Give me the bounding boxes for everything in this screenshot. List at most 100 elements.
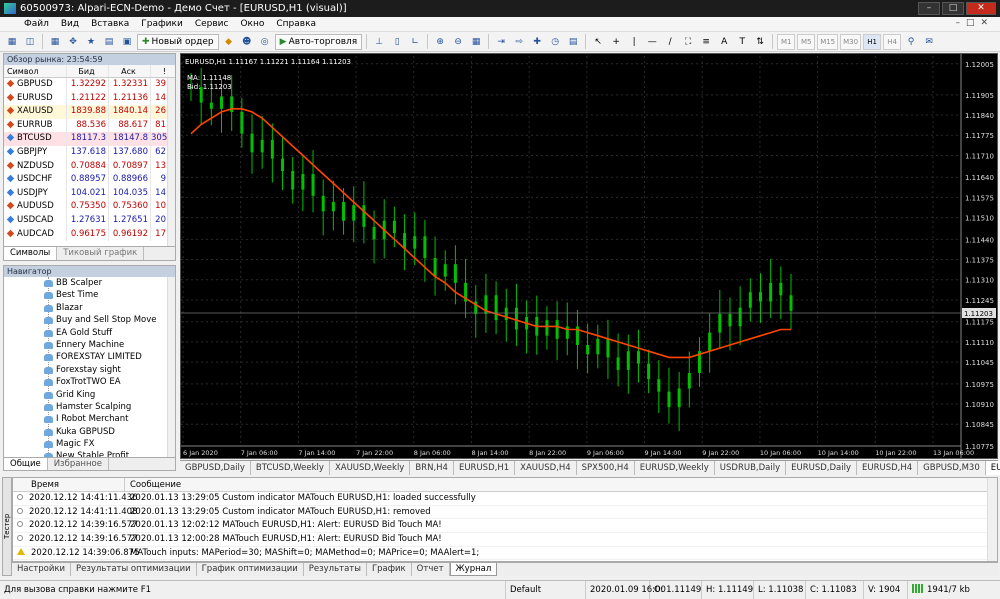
candlestick-icon[interactable]: ▯	[389, 34, 405, 50]
tester-tab[interactable]: Результаты	[304, 563, 367, 576]
col-message[interactable]: Сообщение	[125, 478, 181, 491]
search-icon[interactable]: ⚲	[903, 34, 919, 50]
market-watch-row[interactable]: AUDUSD 0.75350 0.75360 10	[4, 200, 175, 214]
tf-m1-button[interactable]: M1	[777, 33, 796, 50]
chart-tab[interactable]: EURUSD,Weekly	[635, 461, 715, 475]
navigator-expert-item[interactable]: FoxTrotTWO EA	[4, 376, 175, 388]
tf-h4-button[interactable]: H4	[883, 33, 902, 50]
chart-tab[interactable]: EURUSD,Daily	[786, 461, 857, 475]
price-chart[interactable]: 1.12005 1.11905 1.11840 1.11775 1.11710 1.116…	[181, 54, 997, 458]
line-chart-icon[interactable]: ∟	[407, 34, 423, 50]
navigator-expert-item[interactable]: Best Time	[4, 289, 175, 301]
autotrading-button[interactable]: ▶ Авто-торговля	[274, 33, 363, 50]
menu-help[interactable]: Справка	[270, 17, 322, 32]
tab-tick-chart[interactable]: Тиковый график	[57, 247, 145, 260]
market-watch-row[interactable]: GBPUSD 1.32292 1.32331 39	[4, 78, 175, 92]
close-button[interactable]: ✕	[966, 2, 996, 15]
col-symbol[interactable]: Символ	[4, 65, 66, 77]
journal-row[interactable]: 2020.12.12 14:41:11.408 2020.01.13 13:29:…	[13, 506, 997, 520]
journal-row[interactable]: 2020.12.12 14:39:16.577 2020.01.13 12:00:…	[13, 533, 997, 547]
navigator-expert-item[interactable]: Ennery Machine	[4, 339, 175, 351]
mdi-controls[interactable]: –□✕	[955, 18, 994, 28]
chart-tab[interactable]: EURU	[985, 461, 1000, 475]
zoom-out-icon[interactable]: ⊖	[450, 34, 466, 50]
minimize-button[interactable]: –	[918, 2, 940, 15]
tab-favorites[interactable]: Избранное	[48, 458, 109, 470]
navigator-expert-item[interactable]: Forexstay sight	[4, 364, 175, 376]
journal-scrollbar[interactable]	[987, 478, 997, 561]
new-order-button[interactable]: ✚ Новый ордер	[137, 33, 219, 50]
market-watch-icon[interactable]: ▦	[47, 34, 63, 50]
chart-tab[interactable]: BTCUSD,Weekly	[251, 461, 330, 475]
navigator-scrollbar[interactable]	[167, 277, 175, 457]
journal-row[interactable]: 2020.12.12 14:39:16.577 2020.01.13 12:02:…	[13, 519, 997, 534]
navigator-expert-item[interactable]: Hamster Scalping	[4, 401, 175, 413]
market-watch-row[interactable]: BTCUSD 18117.3 18147.8 305	[4, 132, 175, 146]
horizontal-line-icon[interactable]: —	[644, 34, 660, 50]
crosshair-icon[interactable]: +	[608, 34, 624, 50]
new-chart-icon[interactable]: ▦	[4, 34, 20, 50]
chart-tab[interactable]: EURUSD,H1	[454, 461, 516, 475]
tester-tab[interactable]: Настройки	[12, 563, 72, 576]
arrows-icon[interactable]: ⇅	[752, 34, 768, 50]
navigator-expert-item[interactable]: Kuka GBPUSD	[4, 426, 175, 438]
trendline-icon[interactable]: ∕	[662, 34, 678, 50]
text-icon[interactable]: A	[716, 34, 732, 50]
navigator-expert-item[interactable]: Magic FX	[4, 438, 175, 450]
terminal-icon[interactable]: ▤	[101, 34, 117, 50]
market-watch-row[interactable]: GBPJPY 137.618 137.680 62	[4, 145, 175, 160]
market-watch-row[interactable]: USDCHF 0.88957 0.88966 9	[4, 173, 175, 187]
tester-tab[interactable]: Результаты оптимизации	[71, 563, 197, 576]
market-watch-row[interactable]: XAUUSD 1839.88 1840.14 26	[4, 105, 175, 119]
menu-insert[interactable]: Вставка	[85, 17, 135, 32]
cursor-icon[interactable]: ↖	[590, 34, 606, 50]
tab-common[interactable]: Общие	[4, 458, 48, 470]
tile-windows-icon[interactable]: ▦	[468, 34, 484, 50]
col-bid[interactable]: Бид	[66, 65, 108, 77]
navigator-expert-item[interactable]: EA Gold Stuff	[4, 327, 175, 339]
market-watch-row[interactable]: USDCAD 1.27631 1.27651 20	[4, 213, 175, 228]
navigator-expert-item[interactable]: I Robot Merchant	[4, 413, 175, 425]
tester-tab[interactable]: График	[367, 563, 412, 576]
navigator-expert-item[interactable]: BB Scalper	[4, 277, 175, 289]
label-icon[interactable]: T	[734, 34, 750, 50]
tf-m15-button[interactable]: M15	[817, 33, 839, 50]
chart-tab[interactable]: BRN,H4	[410, 461, 454, 475]
chart-tab[interactable]: GBPUSD,M30	[918, 461, 986, 475]
journal-row[interactable]: 2020.12.12 14:41:11.436 2020.01.13 13:29:…	[13, 492, 997, 506]
tester-tab[interactable]: Журнал	[449, 563, 498, 576]
navigator-expert-item[interactable]: Grid King	[4, 389, 175, 401]
maximize-button[interactable]: □	[942, 2, 964, 15]
chart-tab[interactable]: USDRUB,Daily	[715, 461, 787, 475]
chart-tab[interactable]: EURUSD,H4	[857, 461, 919, 475]
fibo-icon[interactable]: ≡	[698, 34, 714, 50]
tab-symbols[interactable]: Символы	[4, 247, 58, 260]
templates-icon[interactable]: ▤	[565, 34, 581, 50]
navigator-icon[interactable]: ★	[83, 34, 99, 50]
chart-tab[interactable]: XAUUSD,H4	[515, 461, 577, 475]
col-time[interactable]: Время	[13, 478, 125, 491]
menu-tools[interactable]: Сервис	[189, 17, 235, 32]
zoom-in-icon[interactable]: ⊕	[432, 34, 448, 50]
tester-side-label[interactable]: Тестер	[2, 477, 12, 576]
navigator-expert-item[interactable]: FOREXSTAY LIMITED	[4, 351, 175, 363]
chart-shift-icon[interactable]: ⇨	[511, 34, 527, 50]
channel-icon[interactable]: ⛶	[680, 34, 696, 50]
tf-m30-button[interactable]: M30	[840, 33, 862, 50]
col-spread[interactable]: !	[150, 65, 168, 77]
tf-m5-button[interactable]: M5	[797, 33, 816, 50]
tester-tab[interactable]: График оптимизации	[197, 563, 304, 576]
market-watch-row[interactable]: EURRUB 88.536 88.617 81	[4, 118, 175, 133]
bar-chart-icon[interactable]: ⊥	[371, 34, 387, 50]
market-watch-row[interactable]: NZDUSD 0.70884 0.70897 13	[4, 159, 175, 174]
tester-icon[interactable]: ▣	[119, 34, 135, 50]
chart-tab[interactable]: XAUUSD,Weekly	[330, 461, 411, 475]
chart-tab[interactable]: GBPUSD,Daily	[180, 461, 251, 475]
autoscroll-icon[interactable]: ⇥	[493, 34, 509, 50]
vertical-line-icon[interactable]: |	[626, 34, 642, 50]
navigator-expert-item[interactable]: Blazar	[4, 302, 175, 314]
menu-charts[interactable]: Графики	[135, 17, 189, 32]
metaeditor-icon[interactable]: ◆	[221, 34, 237, 50]
menu-window[interactable]: Окно	[234, 17, 270, 32]
journal-row[interactable]: 2020.12.12 14:39:06.875 MATouch inputs: M…	[13, 547, 997, 561]
